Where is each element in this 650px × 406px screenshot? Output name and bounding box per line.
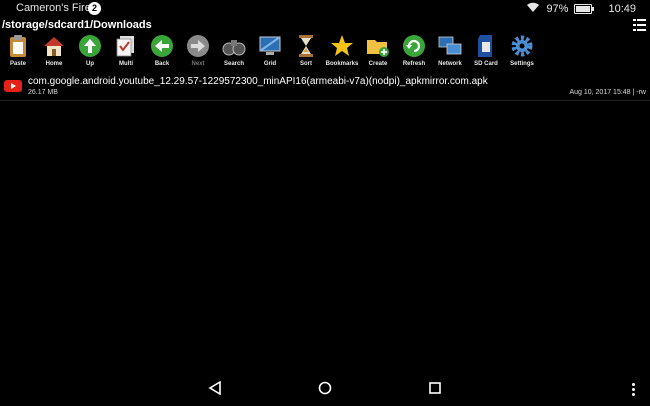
battery-icon bbox=[574, 4, 595, 14]
current-path: /storage/sdcard1/Downloads bbox=[2, 19, 152, 31]
back-triangle-icon[interactable] bbox=[206, 379, 224, 397]
grid-monitor-icon bbox=[258, 34, 282, 58]
gear-icon bbox=[510, 34, 534, 58]
toolbar-label: Sort bbox=[300, 61, 312, 67]
back-arrow-icon bbox=[150, 34, 174, 58]
toolbar-label: Home bbox=[45, 61, 63, 67]
binoculars-icon bbox=[222, 34, 246, 58]
list-menu-icon[interactable] bbox=[632, 18, 646, 32]
toolbar-label: Network bbox=[438, 61, 462, 67]
refresh-icon bbox=[402, 34, 426, 58]
toolbar: Paste Home Up Multi Back Next Search Gri… bbox=[0, 34, 650, 70]
home-circle-icon[interactable] bbox=[316, 379, 334, 397]
sort-button[interactable]: Sort bbox=[288, 34, 324, 70]
network-icon bbox=[438, 34, 462, 58]
home-button[interactable]: Home bbox=[36, 34, 72, 70]
settings-button[interactable]: Settings bbox=[504, 34, 540, 70]
toolbar-label: Refresh bbox=[402, 61, 426, 67]
network-button[interactable]: Network bbox=[432, 34, 468, 70]
toolbar-label: Next bbox=[191, 61, 205, 67]
grid-button[interactable]: Grid bbox=[252, 34, 288, 70]
multi-button[interactable]: Multi bbox=[108, 34, 144, 70]
up-button[interactable]: Up bbox=[72, 34, 108, 70]
overflow-menu-icon[interactable] bbox=[632, 383, 636, 397]
paste-icon bbox=[6, 34, 30, 58]
file-size: 26.17 MB bbox=[28, 89, 58, 96]
device-name: Cameron's Fire bbox=[16, 2, 91, 14]
toolbar-label: Grid bbox=[263, 61, 277, 67]
search-button[interactable]: Search bbox=[216, 34, 252, 70]
hourglass-icon bbox=[294, 34, 318, 58]
wifi-icon bbox=[526, 2, 540, 16]
clock: 10:49 bbox=[608, 3, 636, 15]
file-meta: Aug 10, 2017 15:48 | -rw bbox=[569, 89, 646, 96]
toolbar-label: SD Card bbox=[474, 61, 498, 67]
toolbar-label: Up bbox=[86, 61, 94, 67]
toolbar-label: Create bbox=[368, 61, 388, 67]
notification-badge[interactable]: 2 bbox=[88, 2, 101, 15]
status-bar: Cameron's Fire 2 97% 10:49 bbox=[0, 0, 650, 18]
next-button[interactable]: Next bbox=[180, 34, 216, 70]
next-arrow-icon bbox=[186, 34, 210, 58]
toolbar-label: Back bbox=[154, 61, 170, 67]
toolbar-label: Settings bbox=[510, 61, 534, 67]
multi-select-icon bbox=[114, 34, 138, 58]
back-button[interactable]: Back bbox=[144, 34, 180, 70]
bookmarks-button[interactable]: Bookmarks bbox=[324, 34, 360, 70]
sd-card-icon bbox=[474, 34, 498, 58]
list-item[interactable]: com.google.android.youtube_12.29.57-1229… bbox=[0, 74, 650, 101]
star-icon bbox=[330, 34, 354, 58]
navigation-bar bbox=[0, 370, 650, 406]
battery-percent: 97% bbox=[546, 3, 569, 15]
file-name: com.google.android.youtube_12.29.57-1229… bbox=[28, 76, 488, 87]
toolbar-label: Multi bbox=[119, 61, 133, 67]
toolbar-label: Search bbox=[223, 61, 244, 67]
folder-add-icon bbox=[366, 34, 390, 58]
toolbar-label: Bookmarks bbox=[325, 61, 359, 67]
youtube-icon bbox=[4, 80, 22, 92]
paste-button[interactable]: Paste bbox=[0, 34, 36, 70]
sd-card-button[interactable]: SD Card bbox=[468, 34, 504, 70]
create-button[interactable]: Create bbox=[360, 34, 396, 70]
up-arrow-icon bbox=[78, 34, 102, 58]
recents-square-icon[interactable] bbox=[426, 379, 444, 397]
refresh-button[interactable]: Refresh bbox=[396, 34, 432, 70]
home-icon bbox=[42, 34, 66, 58]
toolbar-label: Paste bbox=[9, 61, 26, 67]
status-icons: 97% 10:49 bbox=[526, 1, 636, 17]
